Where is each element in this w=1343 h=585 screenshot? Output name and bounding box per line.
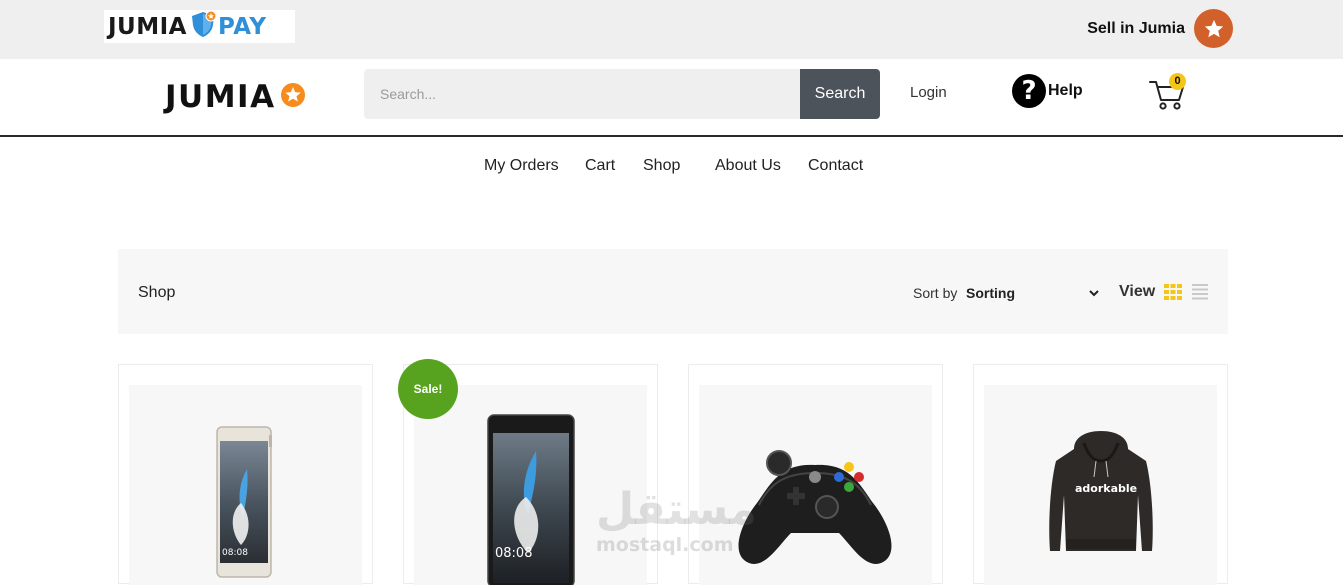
jumia-pay-logo-right: PAY — [217, 13, 267, 40]
product-card[interactable] — [688, 364, 943, 585]
search-input[interactable] — [364, 69, 800, 119]
product-image-smartphone-white[interactable]: 08:08 — [129, 385, 362, 585]
sort-select[interactable]: Sorting — [965, 282, 1100, 304]
sort-label: Sort by — [913, 285, 958, 301]
product-card[interactable]: adorkable — [973, 364, 1228, 585]
star-badge-icon — [279, 81, 307, 114]
shield-icon — [189, 10, 217, 43]
list-view-icon[interactable] — [1192, 284, 1208, 300]
search-bar: Search — [364, 69, 880, 119]
page-title: Shop — [138, 284, 176, 301]
jumia-logo-text: JUMIA — [165, 79, 276, 115]
question-icon: ? — [1012, 74, 1046, 108]
jumia-pay-logo[interactable]: JUMIA PAY — [104, 10, 295, 43]
sell-label: Sell in Jumia — [1087, 19, 1185, 37]
nav-shop[interactable]: Shop — [643, 157, 680, 175]
nav-cart[interactable]: Cart — [585, 157, 615, 175]
svg-text:08:08: 08:08 — [495, 546, 532, 561]
hoodie-print-text: adorkable — [1075, 482, 1137, 495]
search-button[interactable]: Search — [800, 69, 880, 119]
login-link[interactable]: Login — [910, 84, 947, 101]
sell-in-jumia-link[interactable]: Sell in Jumia — [1087, 9, 1233, 48]
svg-text:08:08: 08:08 — [222, 548, 248, 558]
top-bar: JUMIA PAY Sell in Jumia — [0, 0, 1343, 59]
product-image-game-controller[interactable] — [699, 385, 932, 585]
help-link[interactable]: ? Help — [1012, 74, 1083, 108]
star-icon — [1194, 9, 1233, 48]
shop-toolbar: Shop Sort by Sorting View — [118, 249, 1228, 334]
main-header: JUMIA Search Login ? Help 0 — [0, 59, 1343, 137]
product-image-smartphone-black[interactable]: 08:08 — [414, 385, 647, 585]
nav-my-orders[interactable]: My Orders — [484, 157, 559, 175]
help-label: Help — [1048, 82, 1083, 99]
grid-view-icon[interactable] — [1164, 284, 1182, 300]
view-label: View — [1119, 283, 1156, 300]
product-image-hoodie[interactable]: adorkable — [984, 385, 1217, 585]
chevron-down-icon — [1089, 290, 1099, 297]
nav-contact[interactable]: Contact — [808, 157, 863, 175]
sort-value: Sorting — [966, 285, 1015, 301]
jumia-logo[interactable]: JUMIA — [165, 79, 307, 115]
nav-about-us[interactable]: About Us — [715, 157, 781, 175]
cart-button[interactable]: 0 — [1148, 73, 1188, 112]
sale-badge: Sale! — [398, 359, 458, 419]
cart-count-badge: 0 — [1169, 73, 1186, 90]
product-card[interactable]: 08:08 — [118, 364, 373, 585]
jumia-pay-logo-left: JUMIA — [108, 13, 187, 40]
